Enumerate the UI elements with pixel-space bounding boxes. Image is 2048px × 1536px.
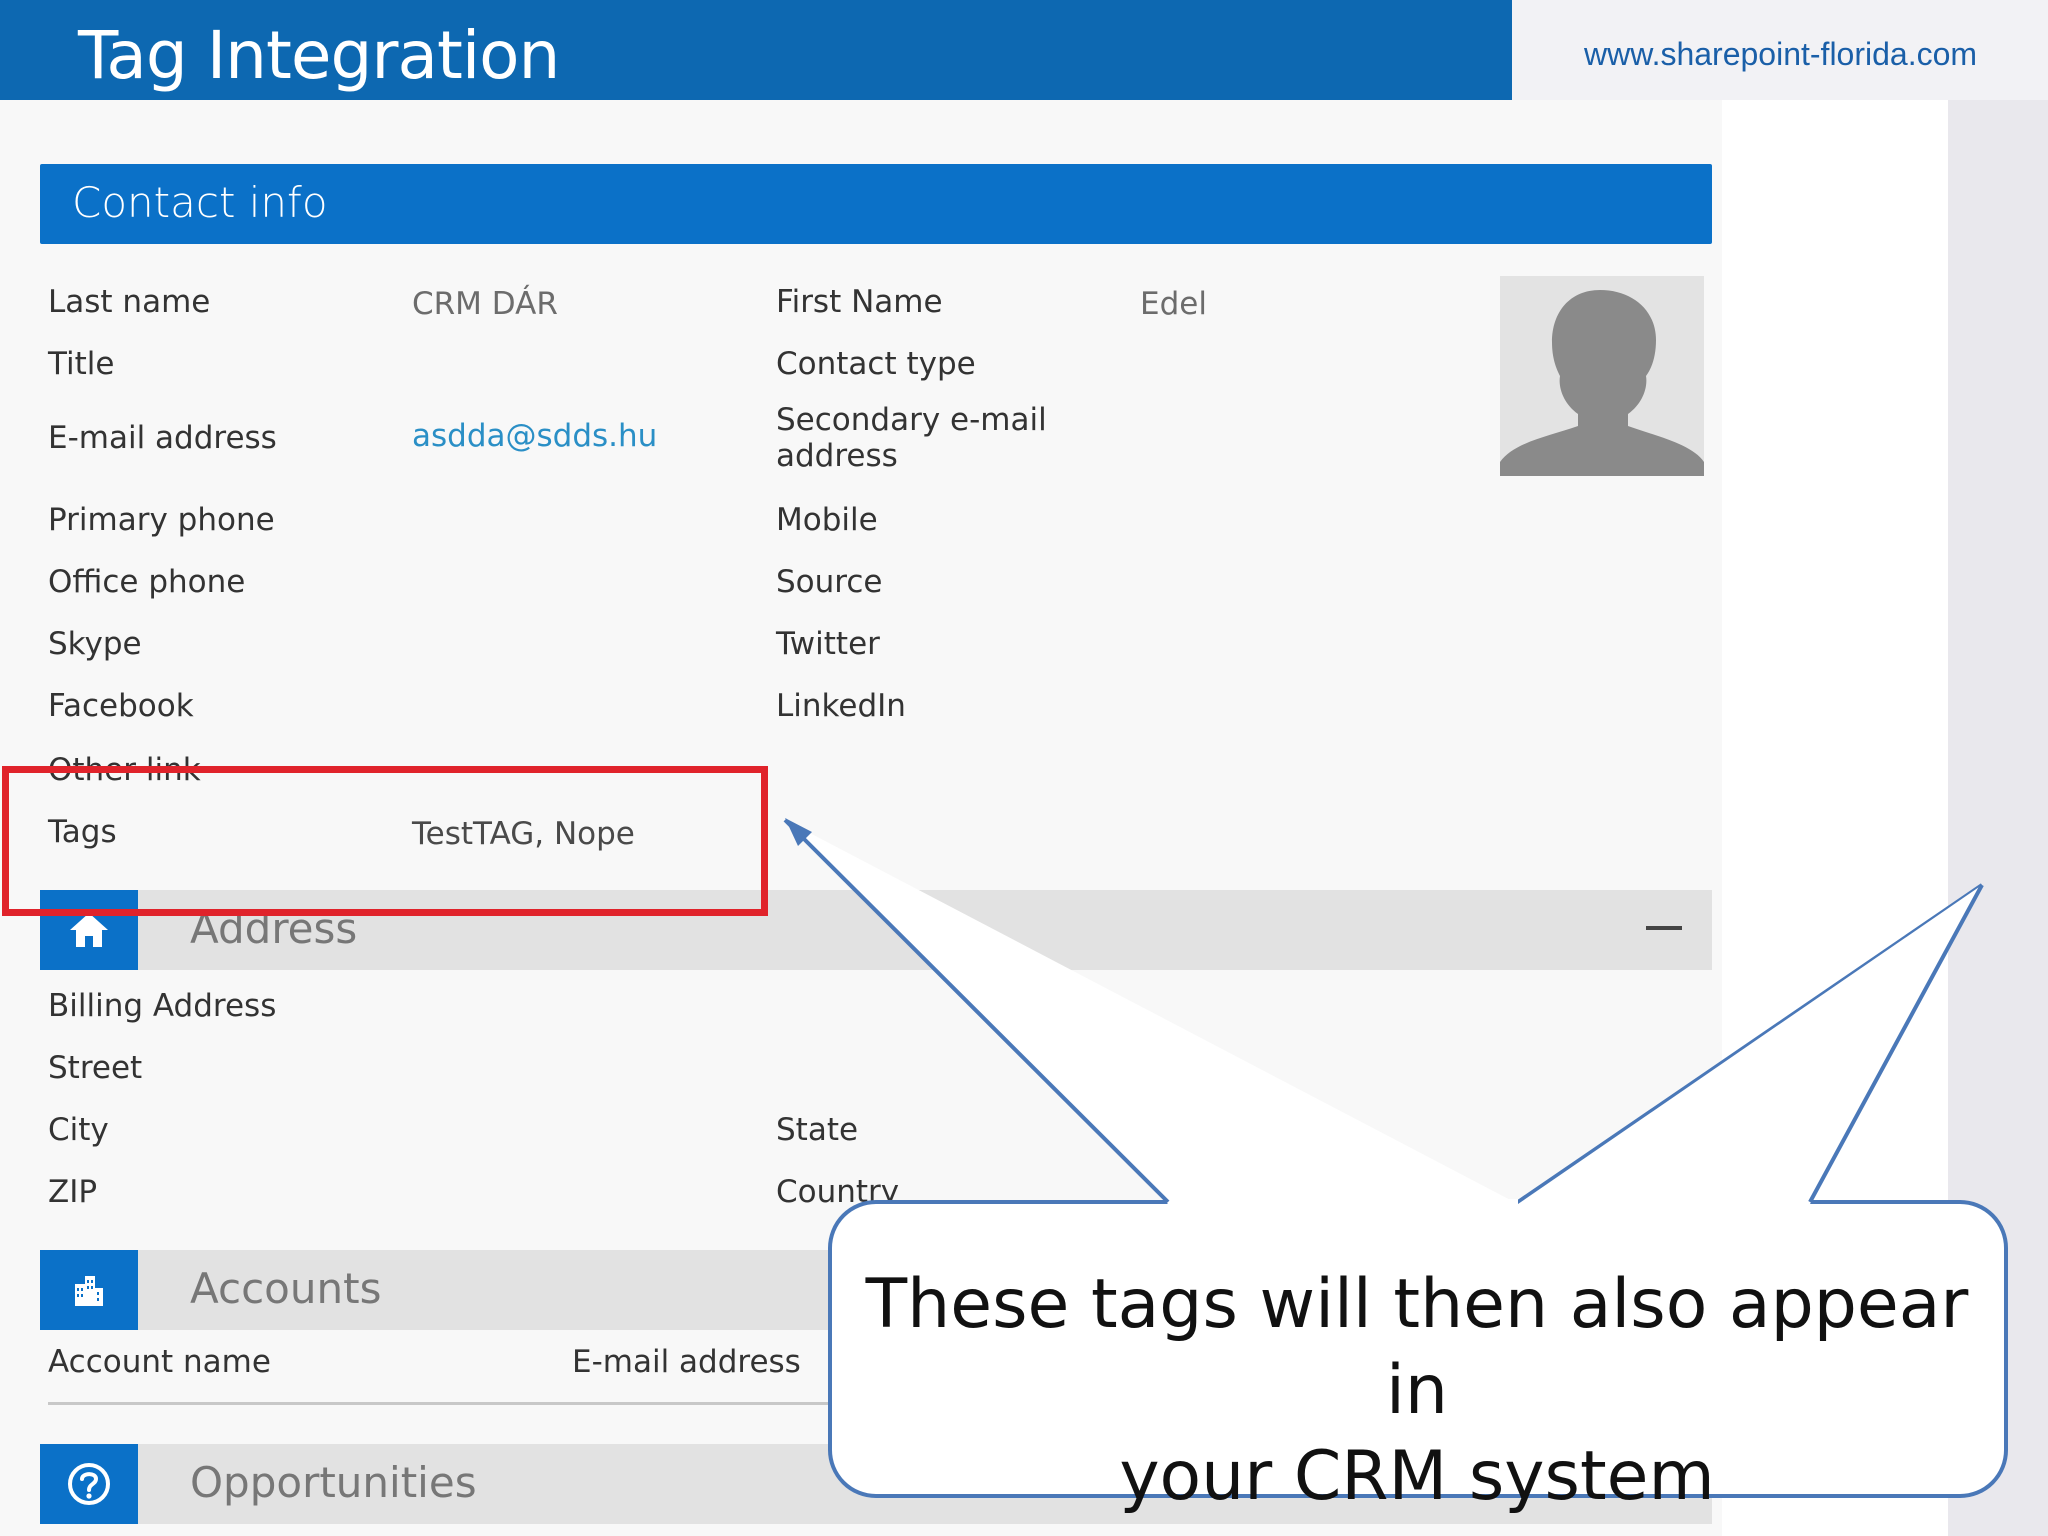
- street-label: Street: [48, 1050, 143, 1086]
- last-name-label: Last name: [48, 284, 211, 320]
- mobile-label: Mobile: [776, 502, 878, 538]
- account-name-column-header[interactable]: Account name: [48, 1342, 271, 1382]
- website-url: www.sharepoint-florida.com: [1584, 36, 1978, 72]
- collapse-minus-icon[interactable]: [1646, 926, 1682, 930]
- contact-info-header[interactable]: Contact info: [40, 164, 1712, 244]
- title-banner: Tag Integration: [0, 0, 1512, 100]
- question-circle-icon: [68, 1463, 110, 1505]
- person-silhouette-icon: [1500, 276, 1704, 476]
- primary-phone-label: Primary phone: [48, 502, 275, 538]
- tags-highlight-box: [2, 766, 768, 916]
- email-label: E-mail address: [48, 420, 277, 456]
- contact-avatar: [1500, 276, 1704, 476]
- first-name-label: First Name: [776, 284, 943, 320]
- accounts-table-divider: [48, 1402, 868, 1405]
- accounts-icon-box: [40, 1250, 138, 1330]
- callout-line-1: These tags will then also appear in: [865, 1265, 1969, 1430]
- accounts-title: Accounts: [190, 1264, 382, 1313]
- skype-label: Skype: [48, 626, 142, 662]
- email-address-column-header[interactable]: E-mail address: [572, 1342, 801, 1382]
- linkedin-label: LinkedIn: [776, 688, 906, 724]
- facebook-label: Facebook: [48, 688, 194, 724]
- billing-address-label: Billing Address: [48, 988, 277, 1024]
- callout-line-2: your CRM system: [1119, 1437, 1715, 1516]
- opportunities-title: Opportunities: [190, 1458, 477, 1507]
- country-label: Country: [776, 1174, 900, 1210]
- zip-label: ZIP: [48, 1174, 98, 1210]
- title-label: Title: [48, 346, 115, 382]
- opportunities-icon-box: [40, 1444, 138, 1524]
- contact-type-label: Contact type: [776, 346, 976, 382]
- contact-info-title: Contact info: [72, 178, 328, 227]
- last-name-value: CRM DÁR: [412, 286, 558, 322]
- city-label: City: [48, 1112, 109, 1148]
- email-value-link[interactable]: asdda@sdds.hu: [412, 416, 657, 456]
- secondary-email-label: Secondary e-mail: [776, 402, 1047, 438]
- callout-text: These tags will then also appear in your…: [842, 1262, 1992, 1520]
- source-label: Source: [776, 564, 883, 600]
- home-icon: [70, 913, 108, 947]
- secondary-email-label-line2: address: [776, 438, 898, 474]
- state-label: State: [776, 1112, 859, 1148]
- office-phone-label: Office phone: [48, 564, 246, 600]
- first-name-value: Edel: [1140, 286, 1207, 322]
- slide-title: Tag Integration: [78, 17, 560, 94]
- twitter-label: Twitter: [776, 626, 880, 662]
- building-icon: [75, 1276, 103, 1306]
